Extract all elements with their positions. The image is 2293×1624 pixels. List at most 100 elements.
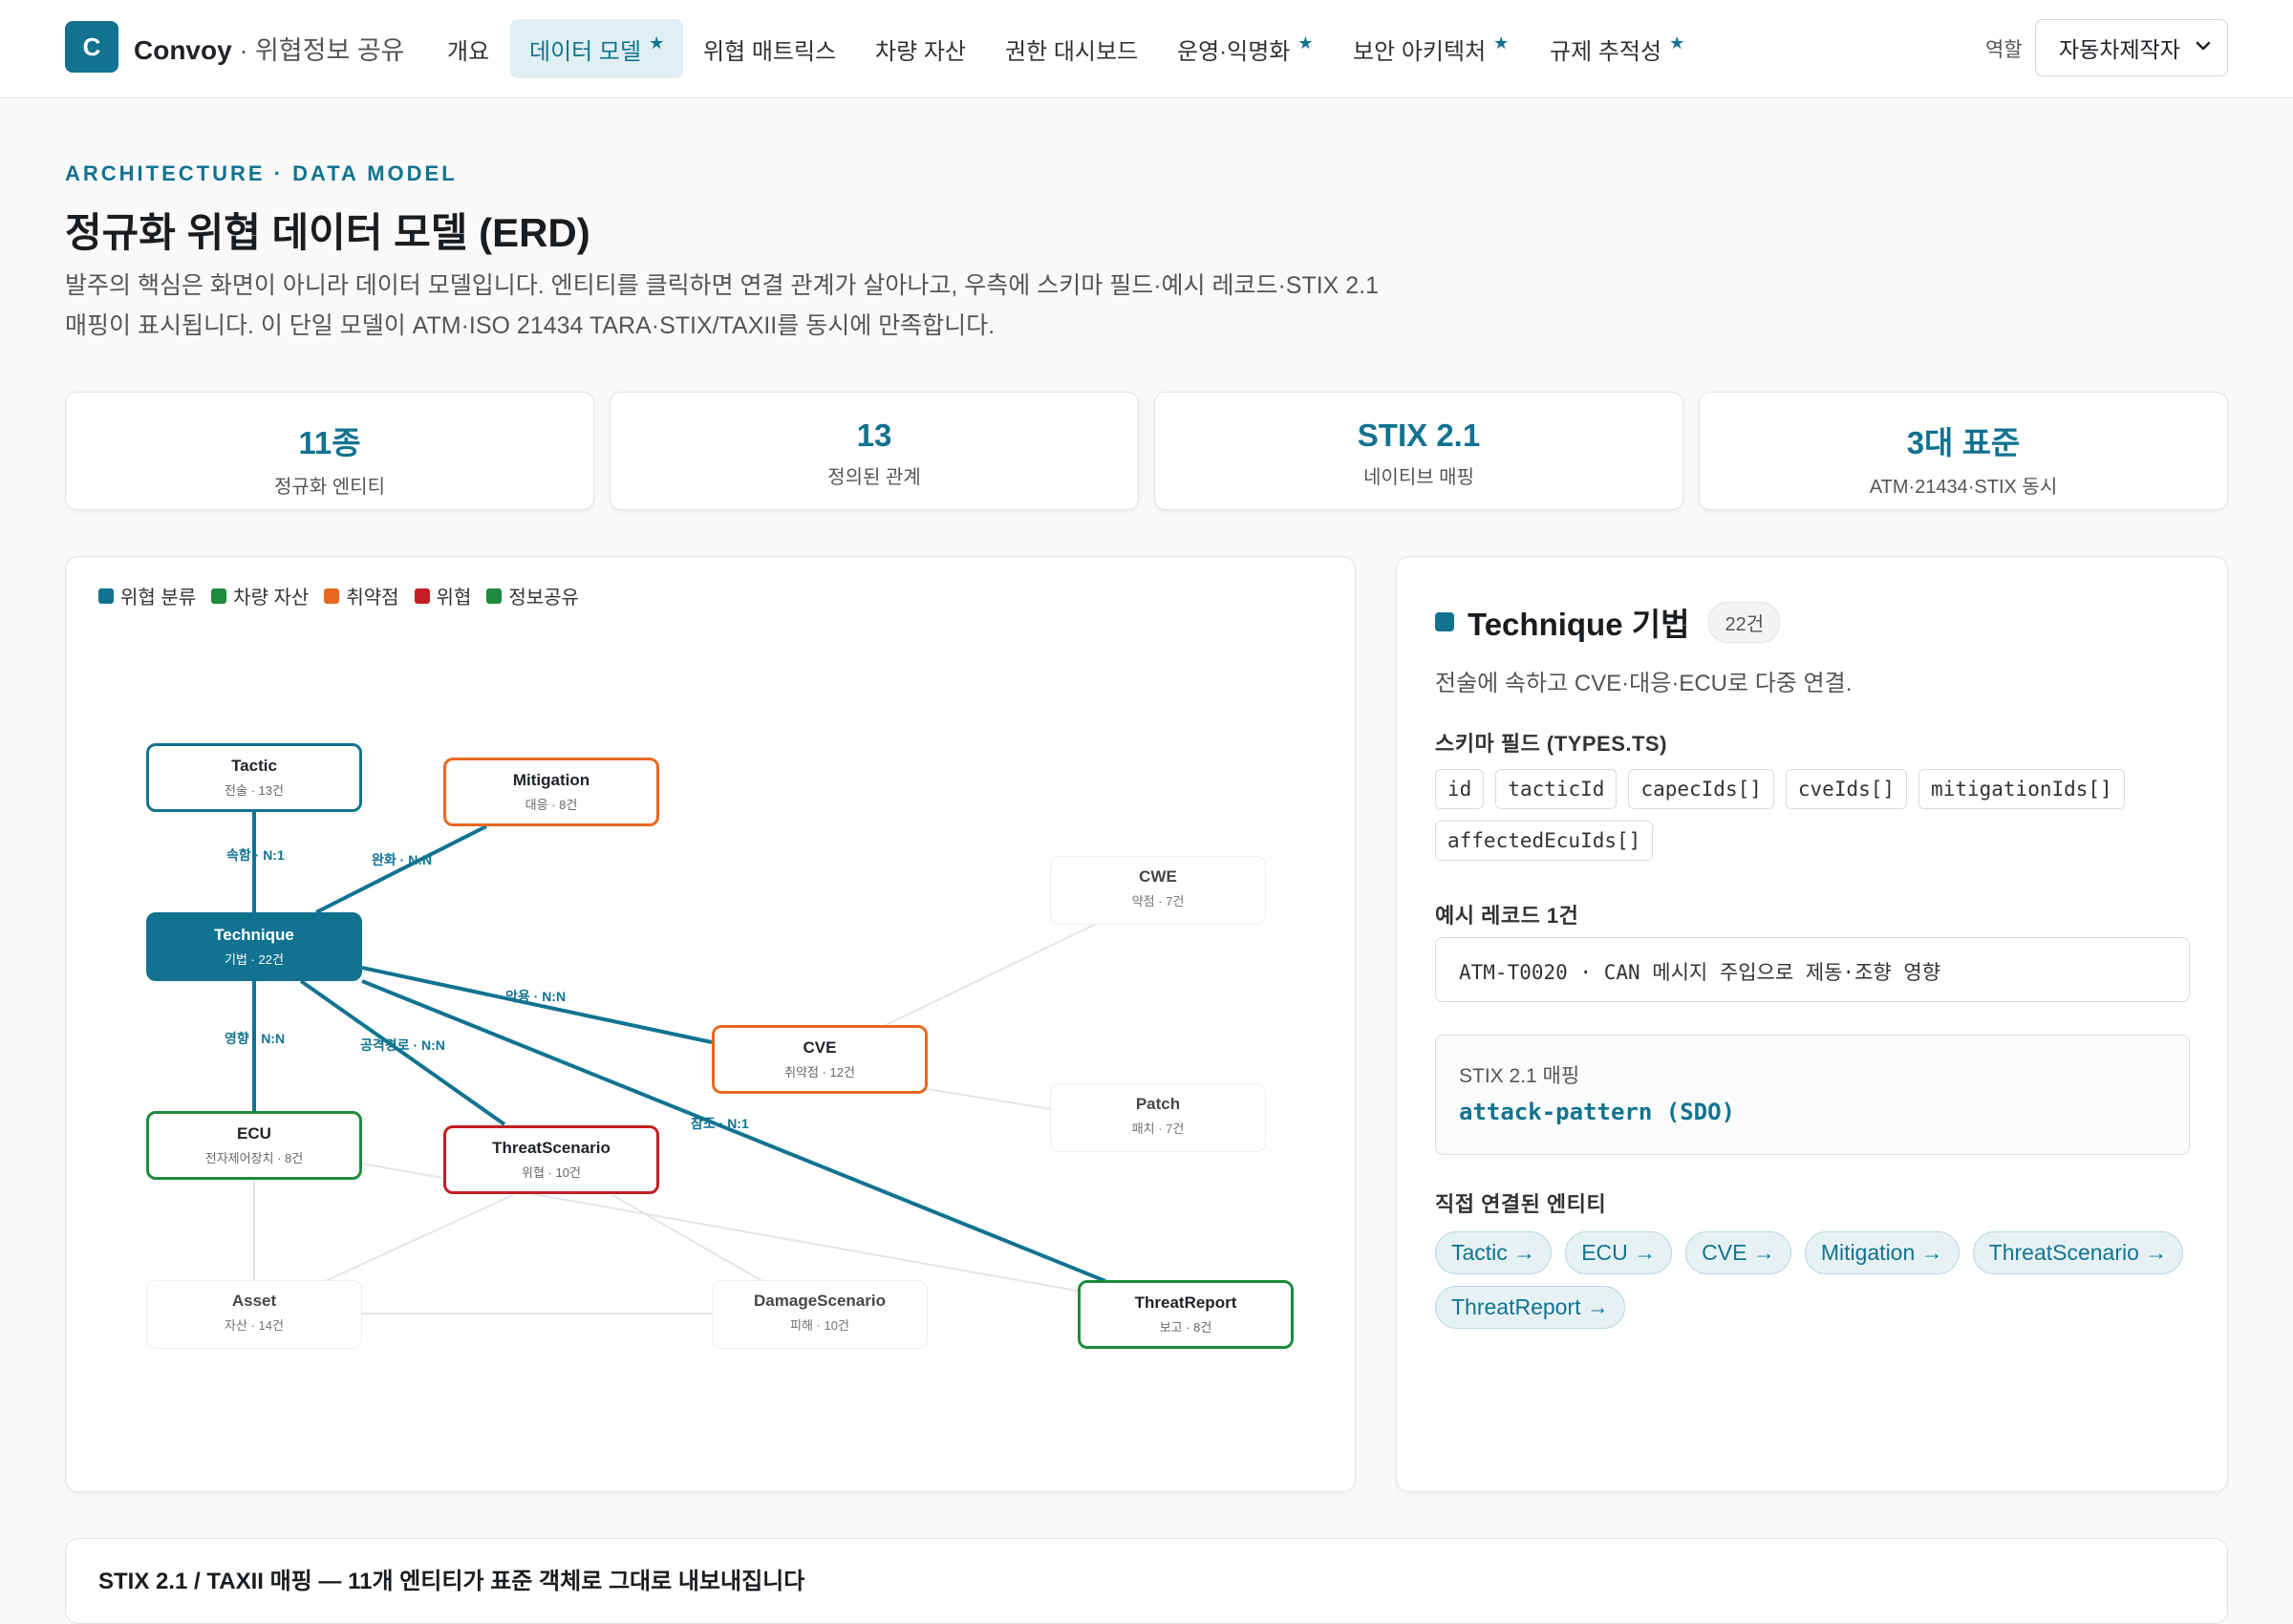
node-name: DamageScenario [754, 1292, 886, 1310]
entity-detail-panel: Technique 기법 22건 전술에 속하고 CVE·대응·ECU로 다중 … [1396, 556, 2228, 1492]
node-count: 전술 · 13건 [225, 783, 284, 798]
node-count: 위협 · 10건 [522, 1165, 581, 1180]
entity-color-swatch [1435, 612, 1454, 631]
stat-label: ATM·21434·STIX 동시 [1869, 477, 2058, 498]
nav-regulatory-traceability[interactable]: 규제 추적성 ★ [1531, 19, 1704, 78]
stat-label: 정의된 관계 [827, 467, 921, 488]
detail-description: 전술에 속하고 CVE·대응·ECU로 다중 연결. [1435, 671, 1853, 696]
app-logo[interactable]: C [65, 21, 118, 73]
linked-entity-cve[interactable]: CVE → [1685, 1231, 1791, 1274]
node-name: ThreatScenario [492, 1139, 611, 1157]
node-name: CVE [803, 1038, 837, 1057]
page-title: 정규화 위협 데이터 모델 (ERD) [65, 210, 590, 255]
erd-node-asset[interactable]: Asset 자산 · 14건 [146, 1280, 362, 1349]
stat-card-relations: 13 정의된 관계 [610, 392, 1139, 510]
nav-label: 운영·익명화 [1177, 38, 1291, 65]
erd-node-mitigation[interactable]: Mitigation 대응 · 8건 [443, 758, 659, 826]
stat-value: 11종 [298, 425, 361, 460]
linked-entity-threatreport[interactable]: ThreatReport → [1435, 1286, 1625, 1329]
node-name: CWE [1139, 867, 1177, 886]
star-icon: ★ [1669, 32, 1685, 53]
linked-entity-ecu[interactable]: ECU → [1565, 1231, 1673, 1274]
erd-node-cve[interactable]: CVE 취약점 · 12건 [712, 1025, 928, 1094]
edge-label: 공격경로 · N:N [360, 1037, 445, 1053]
stat-card-entities: 11종정규화 엔티티 [65, 392, 594, 510]
node-count: 자산 · 14건 [225, 1318, 284, 1333]
section-eyebrow: ARCHITECTURE · DATA MODEL [65, 161, 458, 185]
star-icon: ★ [1493, 32, 1510, 53]
linked-entity-threatscenario[interactable]: ThreatScenario → [1972, 1231, 2184, 1274]
erd-node-threatscenario[interactable]: ThreatScenario 위협 · 10건 [443, 1125, 659, 1194]
erd-node-damagescenario[interactable]: DamageScenario 피해 · 10건 [712, 1280, 928, 1349]
schema-field: tacticId [1495, 769, 1618, 809]
erd-node-patch[interactable]: Patch 패치 · 7건 [1050, 1083, 1266, 1152]
detail-title: Technique 기법 [1468, 607, 1690, 642]
stat-card-stix: STIX 2.1 네이티브 매핑 [1154, 392, 1683, 510]
nav-vehicle-assets[interactable]: 차량 자산 [856, 19, 985, 78]
linked-entities-title: 직접 연결된 엔티티 [1435, 1192, 1607, 1216]
stat-label: 정규화 엔티티 [274, 477, 385, 498]
node-name: Technique [214, 926, 294, 944]
stix-mapping-section: STIX 2.1 / TAXII 매핑 — 11개 엔티티가 표준 객체로 그대… [65, 1538, 2228, 1624]
section-title: STIX 2.1 / TAXII 매핑 — 11개 엔티티가 표준 객체로 그대… [98, 1569, 805, 1594]
stat-label: 네이티브 매핑 [1363, 467, 1474, 488]
brand-name: Convoy [134, 35, 232, 65]
node-name: ECU [237, 1124, 271, 1143]
erd-node-ecu[interactable]: ECU 전자제어장치 · 8건 [146, 1111, 362, 1180]
edge-label: 완화 · N:N [372, 852, 433, 867]
node-count: 기법 · 22건 [225, 952, 284, 967]
node-name: Asset [231, 1292, 277, 1310]
edge-mitigation-technique [315, 824, 487, 914]
detail-header: Technique 기법 22건 [1435, 599, 1781, 645]
schema-field: cveIds[] [1785, 769, 1908, 809]
schema-field: capecIds[] [1628, 769, 1774, 809]
stat-value: STIX 2.1 [1357, 417, 1481, 453]
node-name: Patch [1135, 1095, 1181, 1113]
example-record: ATM-T0020 · CAN 메시지 주입으로 제동·조향 영향 [1435, 937, 2190, 1002]
stix-mapping-label: STIX 2.1 매핑 [1459, 1065, 1580, 1087]
stix-mapping-value: attack-pattern (SDO) [1459, 1099, 1735, 1125]
linked-entities: Tactic → ECU → CVE → Mitigation → Threat… [1435, 1231, 2190, 1329]
nav-label: 보안 아키텍처 [1353, 38, 1487, 65]
node-name: Mitigation [512, 771, 590, 789]
stat-card-standards: 3대 표준 ATM·21434·STIX 동시 [1699, 392, 2228, 510]
nav-security-architecture[interactable]: 보안 아키텍처 ★ [1334, 19, 1528, 78]
linked-entity-tactic[interactable]: Tactic → [1435, 1231, 1553, 1274]
schema-field: mitigationIds[] [1918, 769, 2125, 809]
erd-node-tactic[interactable]: Tactic 전술 · 13건 [146, 743, 362, 812]
edge-label: 속함 · N:1 [226, 847, 285, 863]
stix-mapping-box: STIX 2.1 매핑 attack-pattern (SDO) [1435, 1035, 2190, 1155]
brand-title: Convoy · 위협정보 공유 [134, 30, 405, 67]
nav-threat-matrix[interactable]: 위협 매트릭스 [684, 19, 855, 78]
schema-field: affectedEcuIds[] [1435, 821, 1654, 861]
erd-edges [252, 812, 1159, 1314]
nav-operations[interactable]: 운영·익명화 ★ [1158, 19, 1333, 78]
edge-label: 참조 · N:1 [691, 1116, 749, 1131]
node-name: ThreatReport [1134, 1293, 1237, 1312]
nav-label: 규제 추적성 [1550, 38, 1662, 65]
nav-overview[interactable]: 개요 [428, 19, 508, 78]
nav-label: 위협 매트릭스 [703, 38, 837, 65]
schema-fields-title: 스키마 필드 (TYPES.TS) [1435, 732, 1667, 756]
stat-value: 13 [856, 417, 892, 453]
nav-data-model[interactable]: 데이터 모델 ★ [510, 19, 684, 78]
nav-permission-dashboard[interactable]: 권한 대시보드 [986, 19, 1157, 78]
erd-node-cwe[interactable]: CWE 약점 · 7건 [1050, 856, 1266, 925]
page-description: 발주의 핵심은 화면이 아니라 데이터 모델입니다. 엔티티를 클릭하면 연결 … [65, 272, 1380, 339]
erd-node-technique[interactable]: Technique 기법 · 22건 [146, 912, 362, 981]
example-record-title: 예시 레코드 1건 [1435, 904, 1579, 928]
node-count: 피해 · 10건 [790, 1318, 849, 1333]
star-icon: ★ [649, 32, 665, 53]
node-name: Tactic [231, 757, 277, 775]
role-value: 자동차제작자 [2059, 37, 2180, 62]
chevron-down-icon [2196, 41, 2211, 51]
nav-label: 권한 대시보드 [1005, 38, 1139, 65]
linked-entity-mitigation[interactable]: Mitigation → [1804, 1231, 1960, 1274]
role-select[interactable]: 자동차제작자 [2035, 19, 2228, 76]
nav-label: 개요 [447, 38, 490, 65]
schema-fields: id tacticId capecIds[] cveIds[] mitigati… [1435, 769, 2190, 861]
erd-node-threatreport[interactable]: ThreatReport 보고 · 8건 [1078, 1280, 1294, 1349]
node-count: 대응 · 8건 [525, 798, 578, 812]
nav-label: 데이터 모델 [529, 38, 642, 65]
node-count: 전자제어장치 · 8건 [204, 1151, 304, 1165]
